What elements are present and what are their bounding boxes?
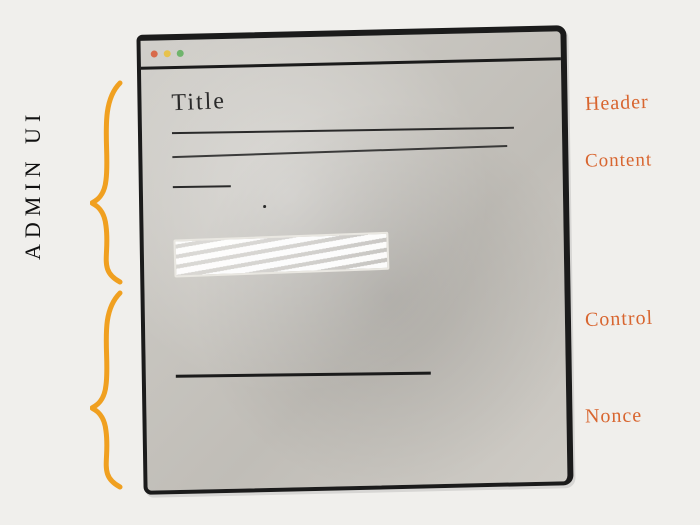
- annotation-content: Content: [585, 149, 653, 172]
- nonce-field: [176, 372, 431, 378]
- content-line: [172, 127, 514, 134]
- annotation-header: Header: [585, 91, 649, 116]
- annotation-control: Control: [585, 307, 654, 332]
- ellipsis-dot: [263, 205, 266, 208]
- content-line: [172, 145, 507, 158]
- close-icon[interactable]: [151, 50, 158, 57]
- admin-ui-window: Title: [136, 25, 573, 495]
- annotation-nonce: Nonce: [585, 405, 643, 429]
- minimize-icon[interactable]: [164, 50, 171, 57]
- window-content: Title: [141, 60, 566, 379]
- submit-button[interactable]: [180, 305, 277, 349]
- left-group-label: ADMIN UI: [20, 109, 46, 260]
- bracket-bottom: [90, 290, 130, 495]
- content-line-short: [173, 185, 231, 188]
- title-input[interactable]: Title: [171, 76, 536, 118]
- control-input[interactable]: [173, 232, 389, 278]
- bracket-top: [90, 80, 130, 290]
- zoom-icon[interactable]: [177, 49, 184, 56]
